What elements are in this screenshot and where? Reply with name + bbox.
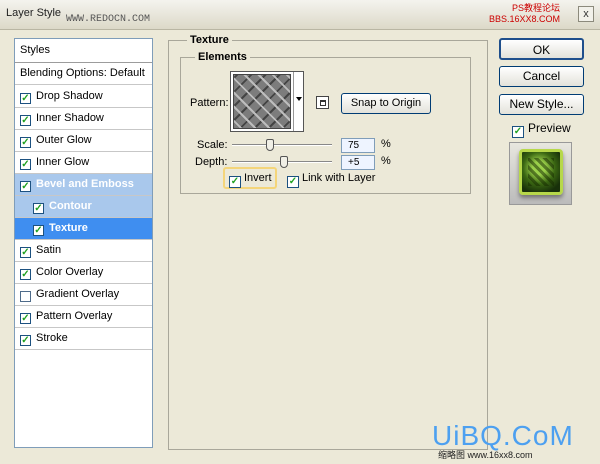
invert-checkbox[interactable]: ✓ Invert	[229, 172, 272, 188]
title-bar: Layer Style WWW.REDOCN.COM PS教程论坛 BBS.16…	[0, 0, 600, 30]
scale-slider-thumb[interactable]	[266, 139, 275, 151]
new-preset-button[interactable]	[316, 96, 329, 109]
pattern-dropdown-button[interactable]	[293, 72, 303, 131]
style-item-checkbox[interactable]: ✓	[33, 203, 44, 214]
window-title: Layer Style	[6, 7, 62, 19]
pattern-picker[interactable]	[230, 71, 304, 132]
style-item-contour[interactable]: ✓ Contour	[15, 196, 152, 218]
style-item-pattern-overlay[interactable]: ✓ Pattern Overlay	[15, 306, 152, 328]
watermark-url: WWW.REDOCN.COM	[66, 14, 151, 25]
style-item-label: Color Overlay	[36, 266, 104, 278]
style-item-label: Inner Shadow	[36, 112, 104, 124]
link-with-layer-label: Link with Layer	[302, 172, 376, 184]
chevron-down-icon	[296, 97, 302, 101]
watermark-right-line-2: BBS.16XX8.COM	[488, 14, 560, 24]
style-item-inner-shadow[interactable]: ✓ Inner Shadow	[15, 108, 152, 130]
style-item-label: Contour	[49, 200, 92, 212]
snap-to-origin-button[interactable]: Snap to Origin	[341, 93, 431, 114]
style-item-outer-glow[interactable]: ✓ Outer Glow	[15, 130, 152, 152]
depth-label: Depth:	[195, 156, 228, 168]
style-item-checkbox[interactable]: ✓	[20, 137, 31, 148]
styles-list: Styles Blending Options: Default ✓ Drop S…	[14, 38, 153, 448]
new-preset-icon	[320, 100, 326, 106]
style-item-stroke[interactable]: ✓ Stroke	[15, 328, 152, 350]
ok-button[interactable]: OK	[499, 38, 584, 60]
style-item-label: Texture	[49, 222, 88, 234]
style-item-inner-glow[interactable]: ✓ Inner Glow	[15, 152, 152, 174]
style-item-checkbox[interactable]: ✓	[20, 269, 31, 280]
style-item-label: Bevel and Emboss	[36, 178, 134, 190]
link-check-icon[interactable]: ✓	[287, 176, 299, 188]
close-icon: x	[583, 8, 589, 20]
style-item-checkbox[interactable]: ✓	[20, 159, 31, 170]
preview-gem-image	[519, 149, 563, 195]
style-item-checkbox[interactable]: ✓	[33, 225, 44, 236]
style-item-satin[interactable]: ✓ Satin	[15, 240, 152, 262]
style-item-label: Gradient Overlay	[36, 288, 120, 300]
style-item-checkbox[interactable]: ✓	[20, 247, 31, 258]
style-item-checkbox[interactable]: ✓	[20, 313, 31, 324]
style-item-checkbox[interactable]: ✓	[20, 335, 31, 346]
style-item-label: Drop Shadow	[36, 90, 103, 102]
link-with-layer-checkbox[interactable]: ✓ Link with Layer	[287, 172, 375, 188]
watermark-right: PS教程论坛 BBS.16XX8.COM	[489, 3, 560, 25]
invert-check-icon[interactable]: ✓	[229, 176, 241, 188]
elements-title: Elements	[195, 51, 250, 63]
style-item-label: Outer Glow	[36, 134, 92, 146]
scale-slider-track	[232, 144, 332, 146]
style-item-bevel-and-emboss[interactable]: ✓ Bevel and Emboss	[15, 174, 152, 196]
style-item-label: Satin	[36, 244, 62, 256]
preview-label: Preview	[528, 121, 571, 135]
style-item-label: Pattern Overlay	[36, 310, 113, 322]
preview-checkbox[interactable]: ✓ Preview	[512, 121, 571, 138]
cancel-button[interactable]: Cancel	[499, 66, 584, 87]
new-style-button[interactable]: New Style...	[499, 94, 584, 115]
blending-options-item[interactable]: Blending Options: Default	[15, 63, 152, 85]
pattern-label: Pattern:	[190, 97, 229, 109]
scale-label: Scale:	[197, 139, 228, 151]
depth-input[interactable]: +5	[341, 155, 375, 170]
style-item-drop-shadow[interactable]: ✓ Drop Shadow	[15, 86, 152, 108]
style-item-label: Inner Glow	[36, 156, 90, 168]
style-item-gradient-overlay[interactable]: ✓ Gradient Overlay	[15, 284, 152, 306]
style-item-checkbox[interactable]: ✓	[20, 291, 31, 302]
invert-label: Invert	[244, 172, 272, 184]
texture-section-title: Texture	[187, 34, 232, 46]
style-item-checkbox[interactable]: ✓	[20, 115, 31, 126]
depth-unit: %	[381, 155, 391, 167]
scale-slider[interactable]	[232, 139, 332, 151]
preview-check-icon[interactable]: ✓	[512, 126, 524, 138]
pattern-swatch[interactable]	[233, 74, 291, 129]
style-item-texture[interactable]: ✓ Texture	[15, 218, 152, 240]
preview-thumbnail	[509, 142, 572, 205]
watermark-right-line-1: PS教程论坛	[511, 3, 560, 13]
scale-input[interactable]: 75	[341, 138, 375, 153]
style-item-label: Stroke	[36, 332, 68, 344]
scale-unit: %	[381, 138, 391, 150]
styles-header[interactable]: Styles	[15, 39, 152, 63]
watermark-sub: 缩略图 www.16xx8.com	[438, 450, 533, 460]
depth-slider-thumb[interactable]	[279, 156, 288, 168]
close-button[interactable]: x	[578, 6, 594, 22]
style-item-checkbox[interactable]: ✓	[20, 93, 31, 104]
style-item-checkbox[interactable]: ✓	[20, 181, 31, 192]
style-item-color-overlay[interactable]: ✓ Color Overlay	[15, 262, 152, 284]
